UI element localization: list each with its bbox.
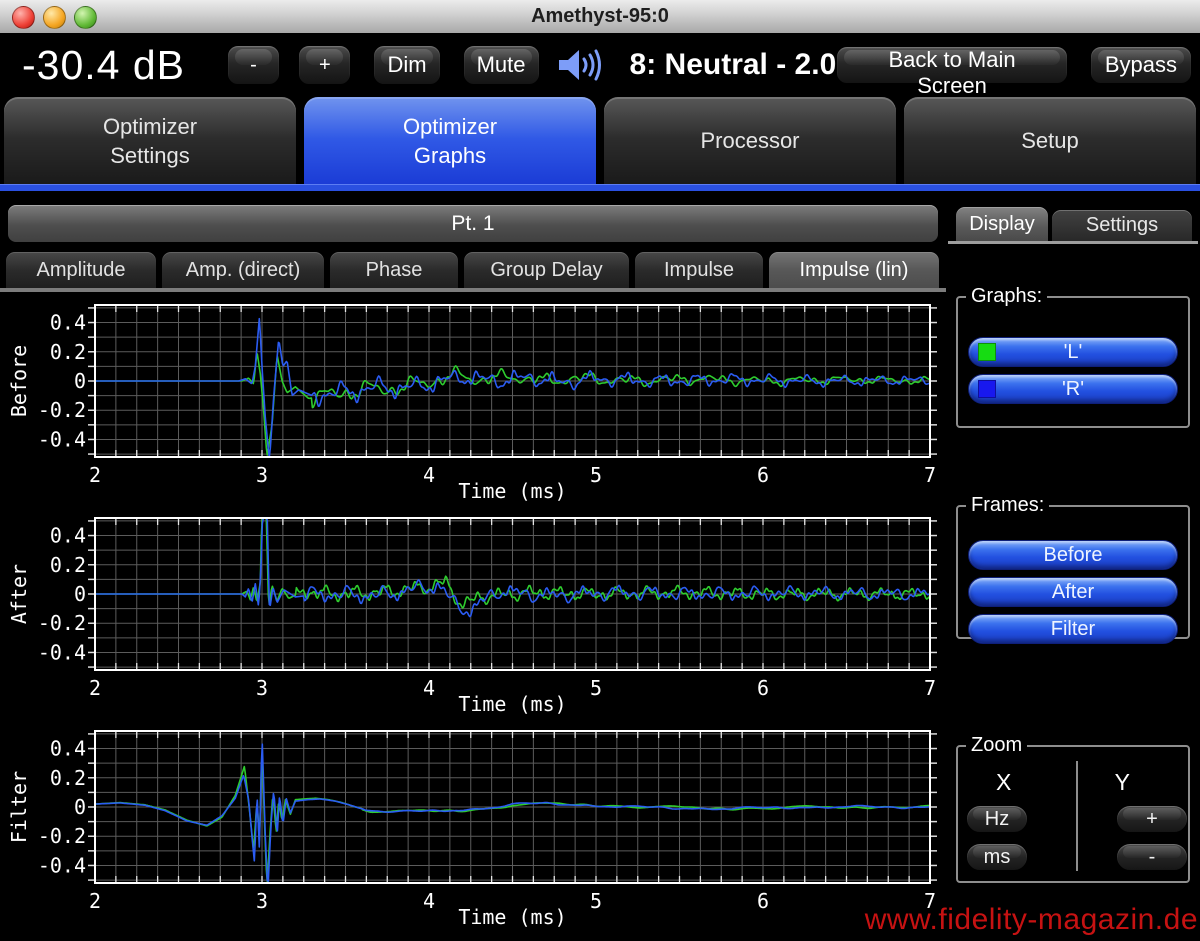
zoom-x-ms-button[interactable]: ms bbox=[966, 843, 1028, 871]
subtab-group-delay[interactable]: Group Delay bbox=[464, 252, 629, 288]
volume-down-button[interactable]: - bbox=[227, 45, 280, 85]
graph-type-tab-bar: Amplitude Amp. (direct) Phase Group Dela… bbox=[6, 252, 939, 288]
svg-text:0.2: 0.2 bbox=[50, 766, 86, 790]
svg-text:0.4: 0.4 bbox=[50, 524, 86, 548]
graph-filter: Filter0.40.20-0.2-0.4234567Time (ms) bbox=[0, 718, 948, 931]
toolbar: -30.4 dB - + Dim Mute 8: Neutral - 2.0 B… bbox=[0, 33, 1200, 97]
svg-text:6: 6 bbox=[757, 889, 769, 913]
zoom-group-label: Zoom bbox=[966, 734, 1027, 757]
graph-after: After 0.4 0.2 0 -0.2 -0.42 3 4 5 6 7 Time (ms) bbox=[0, 505, 948, 718]
tab-processor[interactable]: Processor bbox=[604, 97, 896, 184]
left-channel-swatch bbox=[978, 343, 996, 361]
preset-label: 8: Neutral - 2.0 bbox=[630, 48, 837, 82]
svg-text:0: 0 bbox=[74, 795, 86, 819]
speaker-icon bbox=[556, 47, 608, 83]
svg-text:7: 7 bbox=[924, 676, 936, 700]
channel-right-button[interactable]: 'R' bbox=[968, 374, 1178, 404]
svg-text:2: 2 bbox=[89, 676, 101, 700]
svg-text:Filter: Filter bbox=[7, 771, 31, 843]
svg-text:3: 3 bbox=[256, 889, 268, 913]
subtab-impulse[interactable]: Impulse bbox=[635, 252, 763, 288]
svg-text:After: After bbox=[7, 564, 31, 624]
zoom-x-label: X bbox=[996, 769, 1011, 796]
subtab-amp-direct[interactable]: Amp. (direct) bbox=[162, 252, 324, 288]
svg-text:6: 6 bbox=[757, 676, 769, 700]
subtab-impulse-lin[interactable]: Impulse (lin) bbox=[769, 252, 939, 288]
svg-text:-0.4: -0.4 bbox=[38, 427, 86, 451]
svg-text:7: 7 bbox=[924, 463, 936, 487]
svg-text:3: 3 bbox=[256, 463, 268, 487]
main-tab-bar: Optimizer Settings Optimizer Graphs Proc… bbox=[0, 97, 1200, 184]
svg-text:Time (ms): Time (ms) bbox=[458, 905, 566, 929]
window-titlebar: Amethyst-95:0 bbox=[0, 0, 1200, 34]
frames-group: Frames: Before After Filter bbox=[956, 505, 1190, 639]
mute-button[interactable]: Mute bbox=[463, 45, 540, 85]
zoom-y-minus-button[interactable]: - bbox=[1116, 843, 1188, 871]
frames-group-label: Frames: bbox=[966, 494, 1049, 517]
subtab-phase[interactable]: Phase bbox=[330, 252, 458, 288]
volume-level: -30.4 dB bbox=[22, 42, 209, 89]
bypass-button[interactable]: Bypass bbox=[1090, 46, 1192, 84]
channel-right-label: 'R' bbox=[1062, 378, 1084, 400]
sidebar-tab-underline bbox=[948, 241, 1198, 244]
svg-text:5: 5 bbox=[590, 463, 602, 487]
graphs-group: Graphs: 'L' 'R' bbox=[956, 296, 1190, 428]
svg-text:4: 4 bbox=[423, 889, 435, 913]
back-to-main-button[interactable]: Back to Main Screen bbox=[836, 46, 1068, 84]
svg-text:4: 4 bbox=[423, 676, 435, 700]
zoom-group: Zoom X Y Hz ms + - bbox=[956, 745, 1190, 883]
svg-text:0.2: 0.2 bbox=[50, 340, 86, 364]
svg-text:2: 2 bbox=[89, 889, 101, 913]
charts-area: Before0.40.20-0.2-0.4234567Time (ms) Aft… bbox=[0, 292, 948, 931]
svg-text:-0.4: -0.4 bbox=[38, 853, 86, 877]
zoom-divider bbox=[1076, 761, 1078, 871]
sidebar: Display Settings Graphs: 'L' 'R' Frames:… bbox=[948, 191, 1200, 941]
svg-text:3: 3 bbox=[256, 676, 268, 700]
frame-after-button[interactable]: After bbox=[968, 577, 1178, 607]
graphs-group-label: Graphs: bbox=[966, 285, 1047, 308]
graph-before: Before 0.4 0.2 0 -0.2 -0.42 3 4 5 6 7 Time (ms) bbox=[0, 292, 948, 505]
tab-optimizer-settings[interactable]: Optimizer Settings bbox=[4, 97, 296, 184]
channel-left-label: 'L' bbox=[1064, 341, 1083, 363]
svg-text:2: 2 bbox=[89, 463, 101, 487]
tab-setup[interactable]: Setup bbox=[904, 97, 1196, 184]
svg-text:5: 5 bbox=[590, 676, 602, 700]
zoom-y-label: Y bbox=[1115, 769, 1130, 796]
frame-before-button[interactable]: Before bbox=[968, 540, 1178, 570]
svg-text:0.2: 0.2 bbox=[50, 553, 86, 577]
tab-optimizer-graphs[interactable]: Optimizer Graphs bbox=[304, 97, 596, 184]
svg-text:0.4: 0.4 bbox=[50, 311, 86, 335]
subtab-amplitude[interactable]: Amplitude bbox=[6, 252, 156, 288]
sidebar-tab-display[interactable]: Display bbox=[956, 207, 1048, 241]
svg-text:-0.2: -0.2 bbox=[38, 611, 86, 635]
dim-button[interactable]: Dim bbox=[373, 45, 440, 85]
active-tab-strip bbox=[0, 184, 1200, 191]
watermark: www.fidelity-magazin.de bbox=[865, 903, 1198, 937]
svg-text:Time (ms): Time (ms) bbox=[458, 692, 566, 716]
channel-left-button[interactable]: 'L' bbox=[968, 337, 1178, 367]
zoom-y-plus-button[interactable]: + bbox=[1116, 805, 1188, 833]
svg-text:-0.4: -0.4 bbox=[38, 640, 86, 664]
svg-text:4: 4 bbox=[423, 463, 435, 487]
app-window: Amethyst-95:0 -30.4 dB - + Dim Mute 8: N… bbox=[0, 0, 1200, 941]
graphs-panel: Pt. 1 Amplitude Amp. (direct) Phase Grou… bbox=[0, 191, 948, 941]
svg-text:Time (ms): Time (ms) bbox=[458, 479, 566, 503]
right-channel-swatch bbox=[978, 380, 996, 398]
svg-text:-0.2: -0.2 bbox=[38, 824, 86, 848]
measurement-point-header[interactable]: Pt. 1 bbox=[8, 205, 938, 242]
zoom-x-hz-button[interactable]: Hz bbox=[966, 805, 1028, 833]
svg-text:6: 6 bbox=[757, 463, 769, 487]
svg-text:5: 5 bbox=[590, 889, 602, 913]
sidebar-tab-settings[interactable]: Settings bbox=[1052, 210, 1192, 241]
svg-text:Before: Before bbox=[7, 345, 31, 417]
sidebar-tab-bar: Display Settings bbox=[948, 205, 1200, 241]
volume-up-button[interactable]: + bbox=[298, 45, 351, 85]
svg-text:0: 0 bbox=[74, 369, 86, 393]
svg-text:-0.2: -0.2 bbox=[38, 398, 86, 422]
frame-filter-button[interactable]: Filter bbox=[968, 614, 1178, 644]
window-title: Amethyst-95:0 bbox=[0, 0, 1200, 32]
svg-text:0: 0 bbox=[74, 582, 86, 606]
svg-text:0.4: 0.4 bbox=[50, 737, 86, 761]
